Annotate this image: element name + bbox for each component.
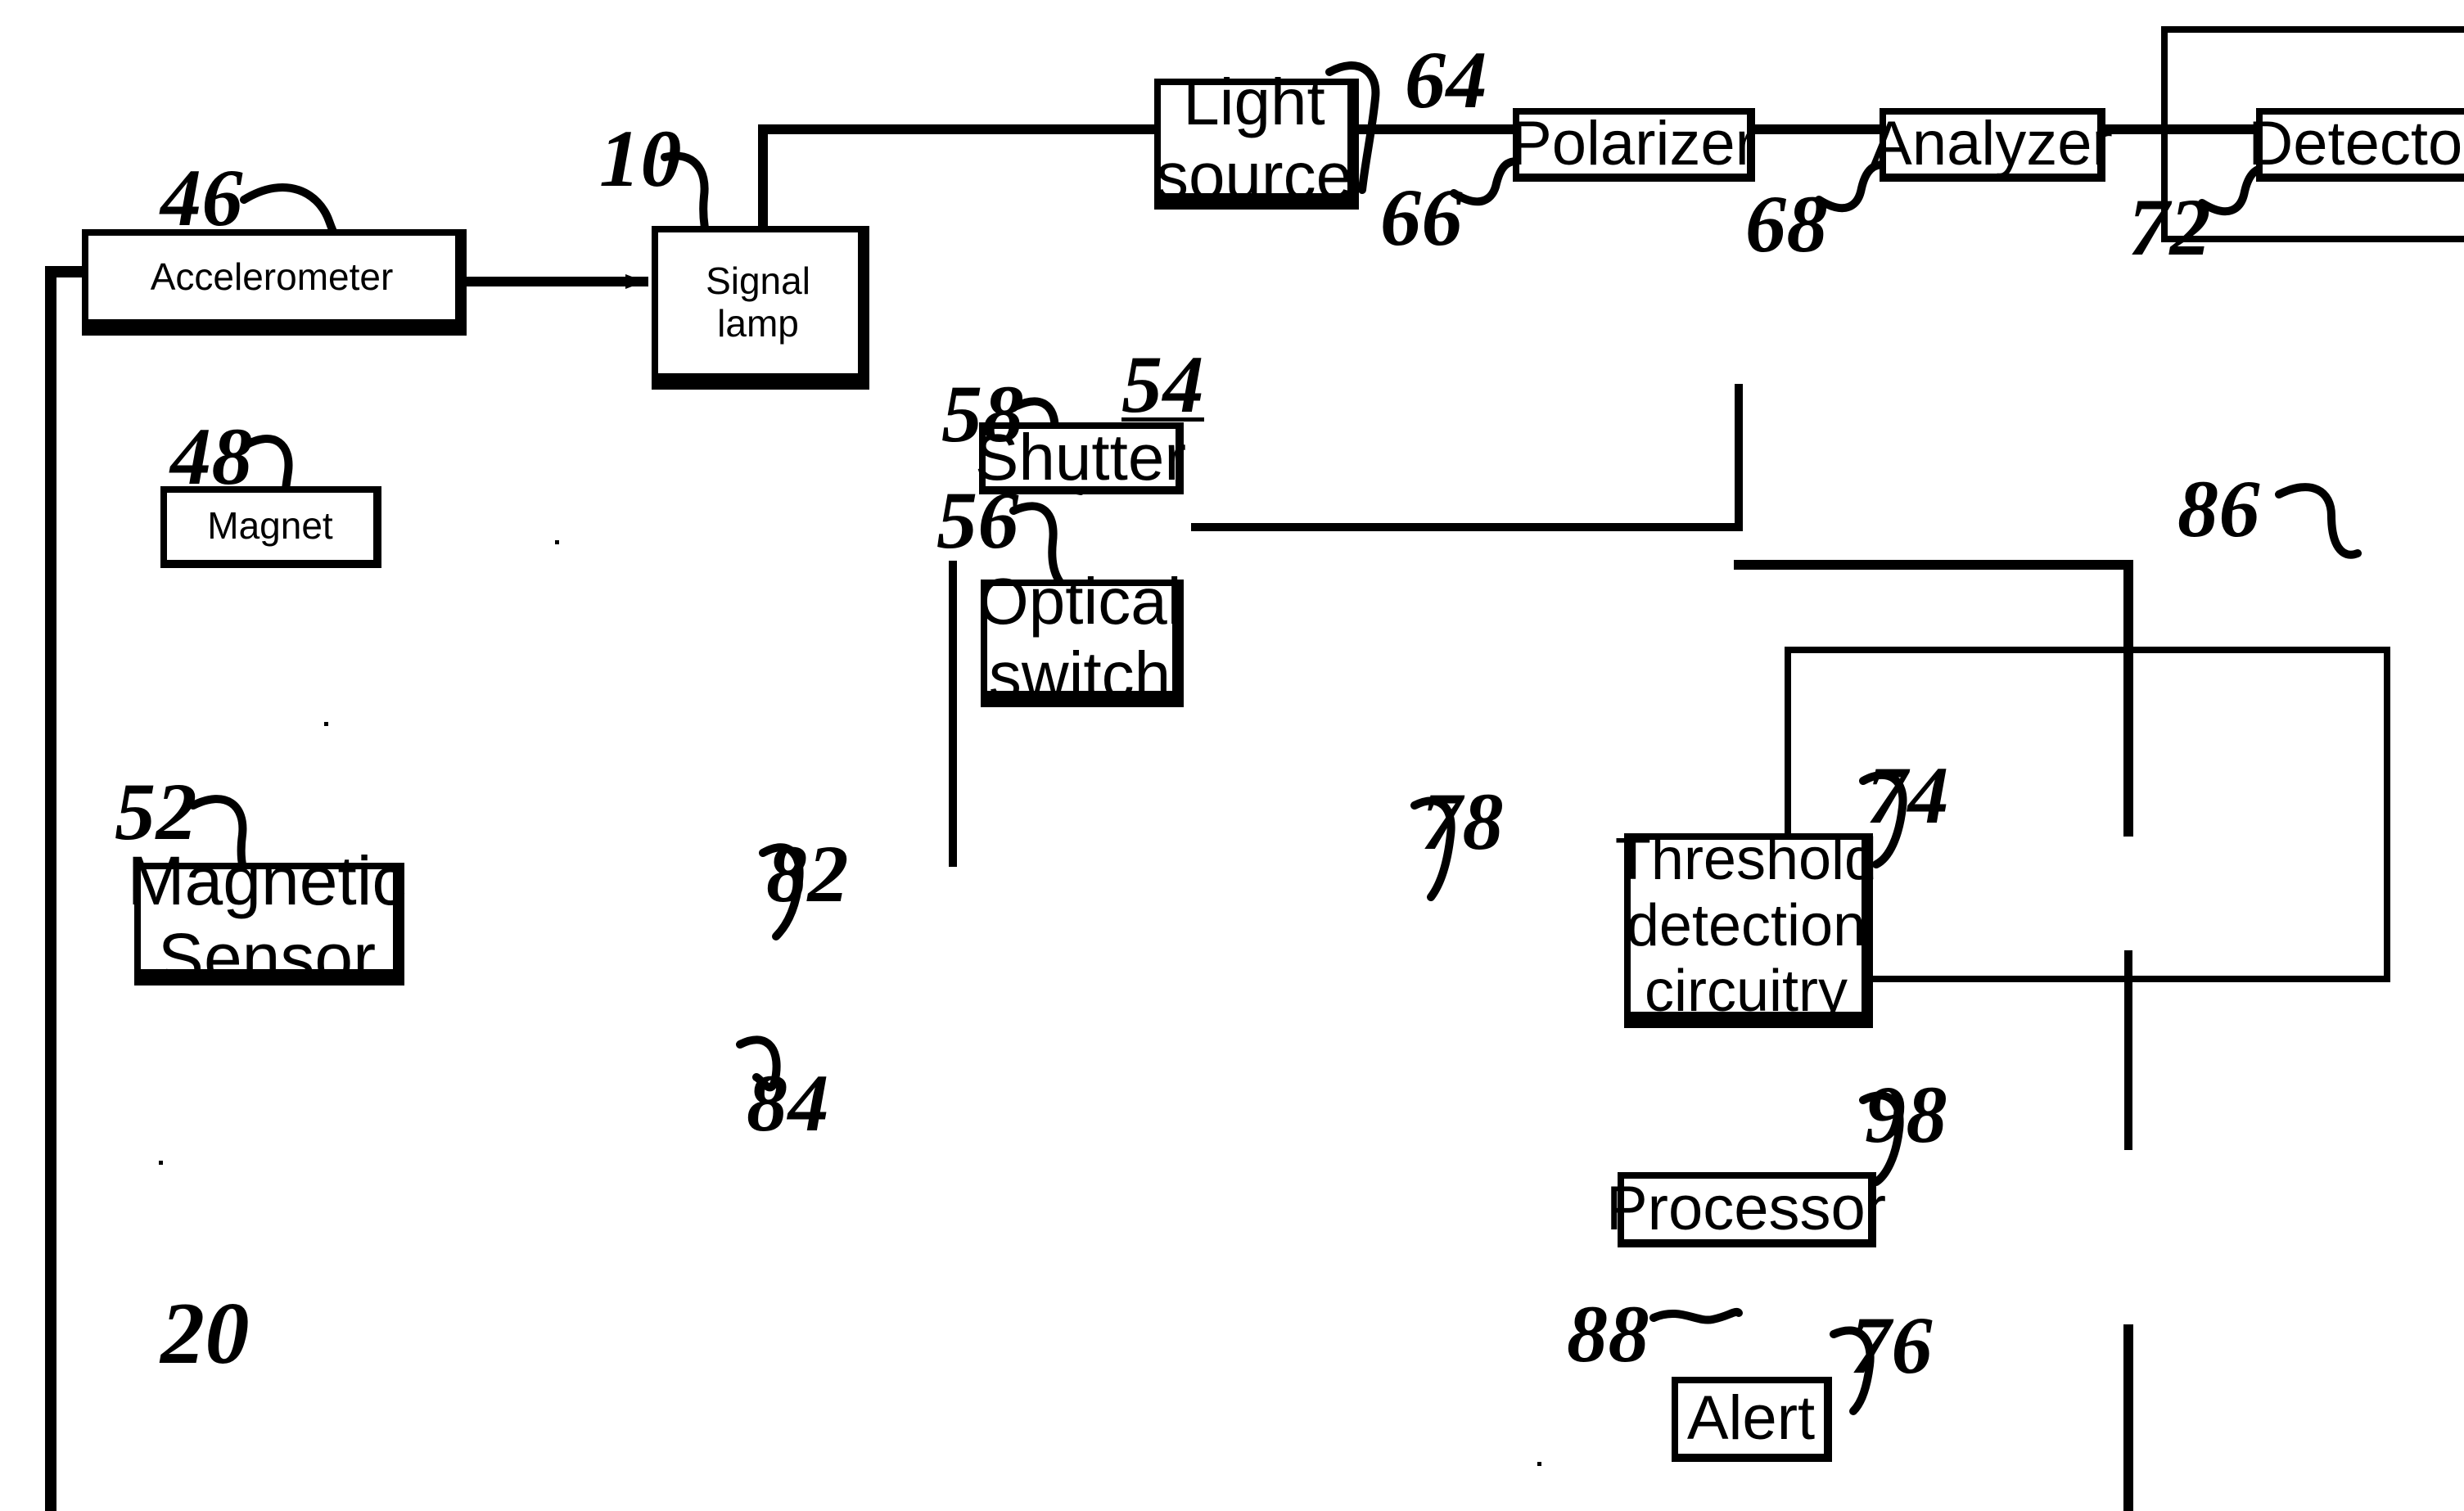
ref-72: 72 bbox=[2128, 182, 2211, 273]
ref-66: 66 bbox=[1380, 172, 1463, 263]
leader-86 bbox=[2275, 483, 2362, 559]
scan-speck-2 bbox=[324, 722, 328, 726]
ref-86: 86 bbox=[2177, 463, 2260, 554]
signal-lamp-block[interactable]: Signal lamp bbox=[652, 226, 869, 390]
magnet-label: Magnet bbox=[207, 504, 333, 548]
processor-label: Processor bbox=[1605, 1174, 1887, 1244]
ref-56: 56 bbox=[936, 475, 1019, 566]
scan-speck-1 bbox=[555, 540, 559, 544]
light-source-block[interactable]: Light source bbox=[1154, 65, 1359, 212]
ref-52: 52 bbox=[115, 766, 197, 857]
signal-lamp-label-line2: lamp bbox=[717, 302, 799, 345]
optical-switch-label-line1: Optical bbox=[977, 565, 1182, 638]
threshold-label-line2: detection bbox=[1626, 892, 1866, 958]
ref-20: 20 bbox=[160, 1285, 250, 1382]
analyzer-block[interactable]: Analyzer bbox=[1871, 108, 2113, 182]
ref-74: 74 bbox=[1866, 750, 1949, 841]
ref-82: 82 bbox=[766, 828, 849, 919]
detector-block[interactable]: Detector bbox=[2248, 108, 2464, 182]
ref-54: 54 bbox=[1121, 339, 1204, 430]
ref-78: 78 bbox=[1421, 776, 1504, 867]
polarizer-block[interactable]: Polarizer bbox=[1510, 108, 1756, 182]
ref-46: 46 bbox=[160, 152, 243, 243]
light-source-label-line1: Light bbox=[1183, 65, 1325, 139]
alert-label: Alert bbox=[1686, 1383, 1816, 1454]
scan-speck-3 bbox=[159, 1161, 163, 1165]
ref-48: 48 bbox=[170, 411, 253, 502]
ref-88: 88 bbox=[1567, 1288, 1649, 1379]
threshold-label-line1: Threshold bbox=[1614, 827, 1878, 893]
patent-figure-canvas: Accelerometer Signal lamp Magnet Magneti… bbox=[0, 0, 2464, 1511]
ref-58: 58 bbox=[941, 368, 1024, 459]
signal-lamp-label-line1: Signal bbox=[706, 259, 810, 303]
wire-magnet-to-lamp bbox=[1191, 384, 1743, 531]
threshold-label-line3: circuitry bbox=[1645, 958, 1848, 1025]
magnetic-sensor-label-line2: Sensor bbox=[157, 919, 377, 996]
ref-68: 68 bbox=[1745, 178, 1828, 269]
optical-switch-block[interactable]: Optical switch bbox=[978, 565, 1184, 711]
leader-88 bbox=[1649, 1308, 1743, 1324]
accelerometer-label: Accelerometer bbox=[150, 255, 394, 299]
wire-switch-to-threshold bbox=[2123, 1324, 2133, 1511]
ref-76: 76 bbox=[1850, 1300, 1933, 1391]
processor-block[interactable]: Processor bbox=[1606, 1172, 1886, 1247]
ref-84: 84 bbox=[747, 1058, 829, 1148]
alert-block[interactable]: Alert bbox=[1672, 1377, 1832, 1462]
scan-speck-4 bbox=[1537, 1462, 1541, 1466]
accelerometer-block[interactable]: Accelerometer bbox=[82, 229, 467, 336]
detector-label: Detector bbox=[2248, 109, 2464, 179]
analyzer-label: Analyzer bbox=[1871, 109, 2113, 179]
ref-98: 98 bbox=[1865, 1069, 1947, 1160]
ref-10: 10 bbox=[599, 113, 682, 204]
ref-64: 64 bbox=[1405, 34, 1487, 125]
polarizer-label: Polarizer bbox=[1510, 109, 1756, 179]
light-source-label-line2: source bbox=[1155, 139, 1353, 212]
threshold-detection-circuitry-block[interactable]: Threshold detection circuitry bbox=[1615, 827, 1877, 1028]
optical-switch-label-line2: switch bbox=[988, 638, 1171, 711]
magnetic-sensor-block[interactable]: Magnetic Sensor bbox=[128, 842, 407, 996]
